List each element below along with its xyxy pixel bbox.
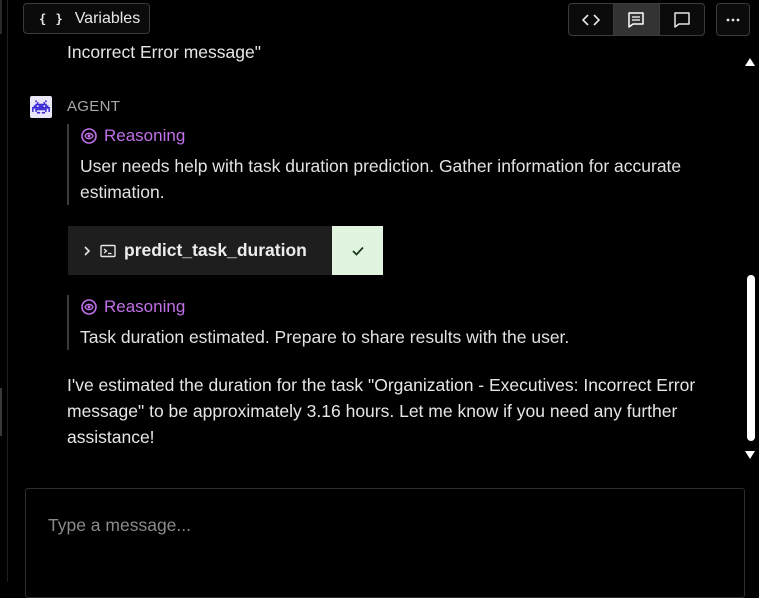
reasoning-icon: [81, 299, 97, 315]
scroll-down-arrow-icon[interactable]: [744, 450, 756, 460]
chat-view-button[interactable]: [660, 4, 704, 35]
message-input[interactable]: [46, 511, 710, 539]
braces-icon: { }: [39, 11, 64, 26]
space-invader-icon: [32, 100, 50, 114]
reasoning-title: Reasoning: [104, 126, 186, 145]
tool-call-header[interactable]: predict_task_duration: [68, 226, 332, 275]
code-icon: [582, 13, 601, 26]
reasoning-block: Reasoning User needs help with task dura…: [67, 124, 720, 205]
chat-bubble-icon: [674, 11, 690, 28]
view-mode-toggle: [568, 3, 705, 36]
ellipsis-icon: [726, 18, 740, 21]
variables-label: Variables: [74, 9, 141, 27]
more-options-button[interactable]: [716, 3, 750, 36]
checkmark-icon: [351, 246, 364, 256]
terminal-icon: [100, 244, 116, 257]
scrollbar-thumb[interactable]: [747, 275, 755, 441]
tool-call-name: predict_task_duration: [124, 240, 307, 260]
chevron-right-icon[interactable]: [82, 245, 92, 257]
panel-resize-handle[interactable]: [0, 388, 2, 436]
code-view-button[interactable]: [569, 4, 615, 35]
message-view-button[interactable]: [614, 4, 660, 35]
message-lines-icon: [628, 11, 645, 28]
scroll-up-arrow-icon[interactable]: [744, 57, 756, 67]
reasoning-icon: [81, 128, 97, 144]
tool-status-badge: [332, 226, 383, 275]
reasoning-block: Reasoning Task duration estimated. Prepa…: [67, 295, 720, 350]
panel-divider: [0, 0, 2, 34]
variables-button[interactable]: { } Variables: [23, 3, 150, 34]
agent-role-label: AGENT: [67, 98, 121, 115]
reasoning-text: User needs help with task duration predi…: [80, 156, 682, 202]
agent-avatar: [30, 96, 52, 118]
agent-final-message: I've estimated the duration for the task…: [67, 375, 696, 447]
reasoning-text: Task duration estimated. Prepare to shar…: [80, 327, 570, 347]
tool-call-card[interactable]: predict_task_duration: [68, 226, 383, 275]
left-panel-edge: [0, 0, 8, 582]
reasoning-title: Reasoning: [104, 297, 186, 316]
previous-message-tail: Incorrect Error message": [67, 42, 261, 62]
panel-border: [7, 0, 8, 582]
